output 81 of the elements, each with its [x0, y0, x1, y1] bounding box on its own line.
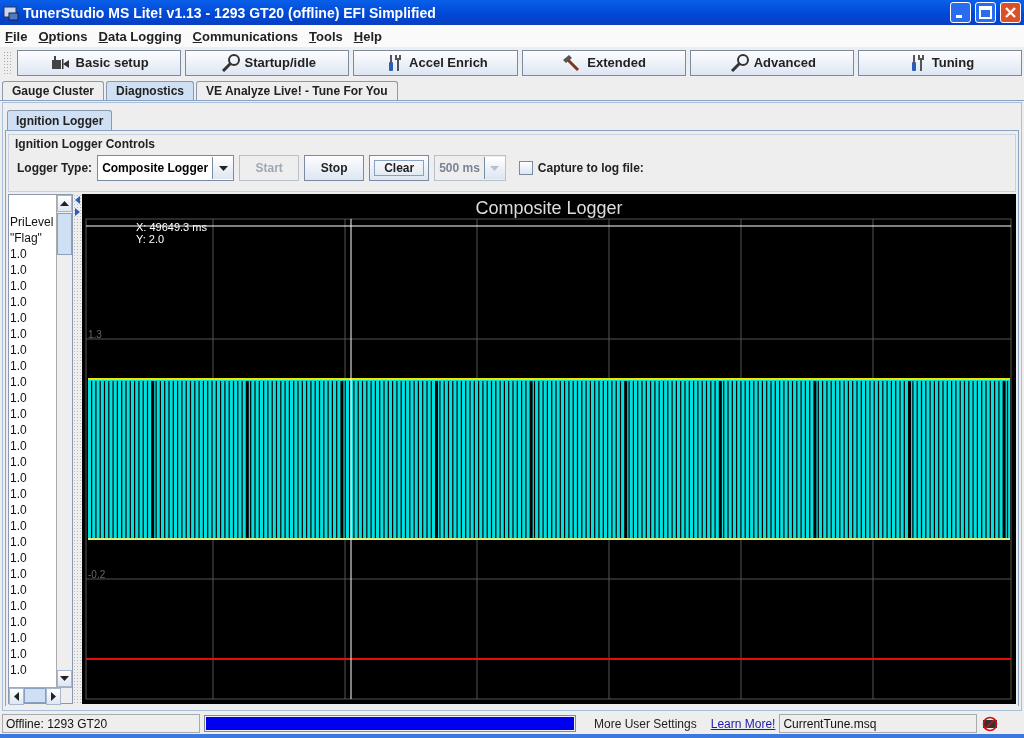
- list-item: 1.0: [9, 566, 28, 582]
- scroll-left-button[interactable]: [9, 688, 24, 705]
- list-item: 1.0: [9, 422, 28, 438]
- settings-text: More User Settings: [593, 716, 698, 731]
- list-item: 1.0: [9, 470, 28, 486]
- list-item: 1.0: [9, 598, 28, 614]
- list-item: 1.0: [9, 518, 28, 534]
- list-item: 1.0: [9, 486, 28, 502]
- list-item: 1.0: [9, 582, 28, 598]
- list-item: 1.0: [9, 246, 28, 262]
- list-item: 1.0: [9, 342, 28, 358]
- menu-item[interactable]: Options: [35, 28, 91, 44]
- menu-item[interactable]: Tools: [306, 28, 346, 44]
- menu-item[interactable]: Data Logging: [95, 28, 185, 44]
- logger-type-dropdown[interactable]: Composite Logger: [97, 155, 235, 181]
- plug-icon: [49, 53, 72, 72]
- splitter-handle[interactable]: [72, 194, 82, 704]
- list-item: 1.0: [9, 534, 28, 550]
- list-item: 1.0: [9, 406, 28, 422]
- close-button[interactable]: [1000, 2, 1021, 23]
- maximize-button[interactable]: [975, 2, 996, 23]
- list-item: "Flag": [9, 230, 43, 246]
- status-text: Offline: 1293 GT20: [2, 714, 200, 733]
- list-item: 1.0: [9, 278, 28, 294]
- right-arrow-icon: [51, 692, 56, 701]
- learn-more-link[interactable]: Learn More!: [710, 716, 776, 731]
- left-arrow-icon: [14, 692, 19, 701]
- list-item: 1.0: [9, 374, 28, 390]
- toolbar-button[interactable]: Basic setup: [17, 49, 182, 76]
- list-item: 1.0: [9, 454, 28, 470]
- tab[interactable]: Gauge Cluster: [2, 81, 105, 100]
- window-title: TunerStudio MS Lite! v1.13 - 1293 GT20 (offline) EFI Simplified: [23, 4, 437, 21]
- menu-item[interactable]: File: [2, 28, 31, 44]
- menu-item[interactable]: Help: [350, 28, 385, 44]
- axis-label: 1.3: [88, 329, 102, 340]
- toolbar-button[interactable]: Startup/idle: [185, 49, 350, 76]
- list-item: 1.0: [9, 438, 28, 454]
- list-item: 1.0: [9, 294, 28, 310]
- minimize-icon: [955, 15, 962, 18]
- list-item: 1.0: [9, 630, 28, 646]
- group-title: Ignition Logger Controls: [14, 136, 156, 153]
- caret-icon: [490, 165, 500, 171]
- minimize-button[interactable]: [950, 2, 971, 23]
- list-item: PriLevel: [9, 214, 55, 230]
- cursor-readout: Y: 2.0: [136, 233, 165, 245]
- button[interactable]: Stop: [304, 155, 365, 181]
- button[interactable]: Clear: [369, 155, 430, 181]
- label: Logger Type:: [17, 161, 93, 175]
- cursor-readout: X: 49649.3 ms: [136, 221, 207, 233]
- caret-icon: [218, 165, 228, 171]
- list-item: 1.0: [9, 646, 28, 662]
- toolbar-button[interactable]: Advanced: [689, 49, 854, 76]
- checkbox-label: Capture to log file:: [537, 161, 644, 175]
- disconnected-icon: [981, 715, 1000, 732]
- list-item: 1.0: [9, 614, 28, 630]
- list-item: 1.0: [9, 358, 28, 374]
- list-item: 1.0: [9, 550, 28, 566]
- chart-title: Composite Logger: [475, 198, 623, 218]
- menu-item[interactable]: Communications: [189, 28, 302, 44]
- toolbar-button[interactable]: Tuning: [857, 49, 1023, 76]
- checkbox[interactable]: [518, 161, 533, 175]
- list-item: 1.0: [9, 390, 28, 406]
- list-item: 1.0: [9, 502, 28, 518]
- axis-label: -0.2: [88, 569, 106, 580]
- close-icon: [1004, 6, 1017, 19]
- down-arrow-icon: [59, 676, 69, 681]
- list-item: 1.0: [9, 262, 28, 278]
- up-arrow-icon: [59, 201, 69, 206]
- scroll-thumb[interactable]: [24, 688, 46, 703]
- toolbar-button[interactable]: Accel Enrich: [353, 49, 518, 76]
- app-icon: [3, 4, 19, 21]
- maximize-icon: [979, 6, 992, 19]
- scroll-right-button[interactable]: [46, 688, 61, 705]
- toolbar-button[interactable]: Extended: [521, 49, 686, 76]
- list-item: 1.0: [9, 326, 28, 342]
- tab[interactable]: Ignition Logger: [7, 110, 113, 130]
- list-item: 1.0: [9, 662, 28, 678]
- tab[interactable]: VE Analyze Live! - Tune For You: [196, 81, 398, 100]
- list-item: 1.0: [9, 310, 28, 326]
- file-name: CurrentTune.msq: [779, 714, 978, 733]
- tab[interactable]: Diagnostics: [106, 81, 195, 100]
